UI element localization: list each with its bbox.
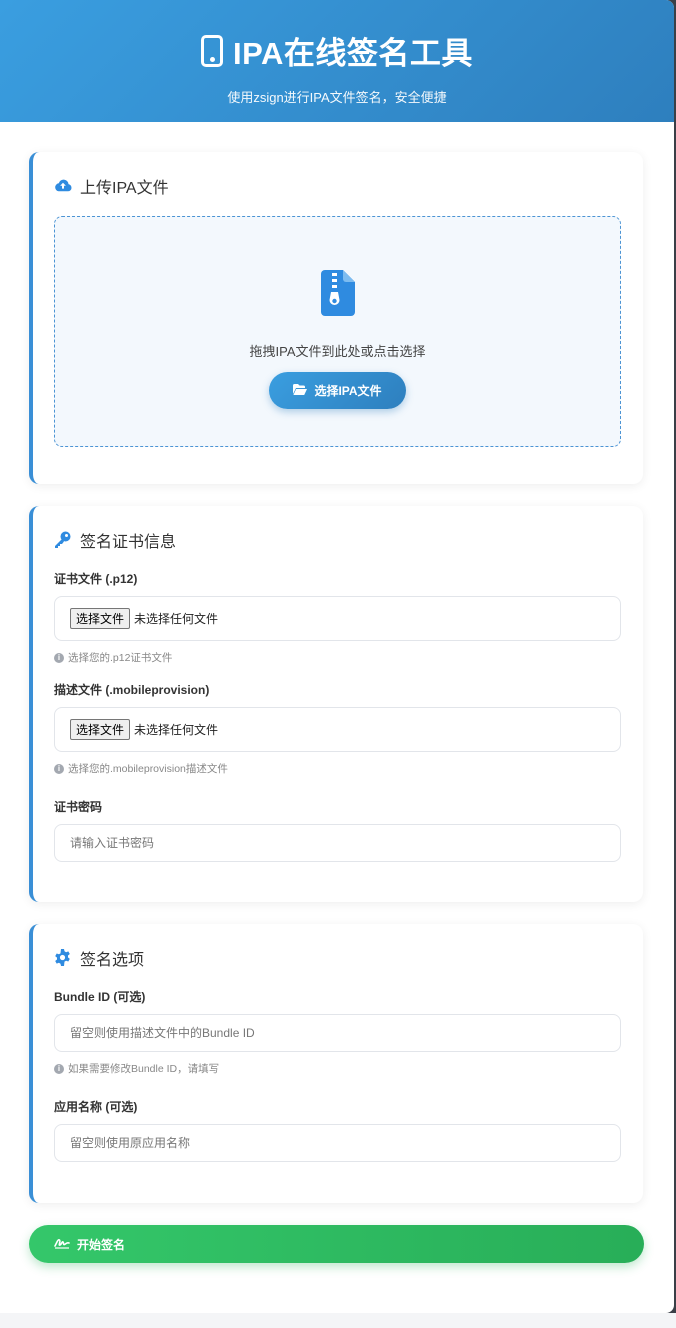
- page-title-text: IPA在线签名工具: [233, 36, 473, 71]
- bundle-id-input[interactable]: [54, 1014, 621, 1052]
- bundle-id-help: i 如果需要修改Bundle ID，请填写: [54, 1061, 621, 1076]
- dropzone-hint: 拖拽IPA文件到此处或点击选择: [249, 344, 426, 359]
- provision-help-text: 选择您的.mobileprovision描述文件: [68, 763, 228, 775]
- page-title: IPA在线签名工具: [0, 28, 674, 73]
- p12-choose-file-button[interactable]: 选择文件: [70, 608, 131, 629]
- folder-open-icon: [293, 383, 308, 398]
- mobile-phone-icon: [201, 34, 224, 67]
- provision-label: 描述文件 (.mobileprovision): [54, 683, 210, 697]
- key-icon: [54, 531, 72, 549]
- main-content: 上传IPA文件 拖拽IPA文件到此处或点击选择 选择IPA文件 签名证书信息 证…: [0, 122, 674, 1263]
- signature-icon: [54, 1237, 70, 1252]
- p12-file-input[interactable]: 选择文件 未选择任何文件: [54, 596, 621, 641]
- upload-card: 上传IPA文件 拖拽IPA文件到此处或点击选择 选择IPA文件: [29, 152, 643, 484]
- start-sign-button-label: 开始签名: [77, 1237, 126, 1252]
- start-sign-button[interactable]: 开始签名: [29, 1225, 644, 1263]
- bundle-id-help-text: 如果需要修改Bundle ID，请填写: [68, 1063, 220, 1075]
- provision-file-status: 未选择任何文件: [134, 723, 219, 737]
- provision-file-input[interactable]: 选择文件 未选择任何文件: [54, 707, 621, 752]
- password-input[interactable]: [54, 824, 621, 862]
- zip-file-icon: [320, 270, 355, 316]
- certificate-card: 签名证书信息 证书文件 (.p12) 选择文件 未选择任何文件 i 选择您的.p…: [29, 506, 643, 902]
- provision-choose-file-button[interactable]: 选择文件: [70, 719, 131, 740]
- gear-icon: [54, 949, 72, 967]
- cloud-upload-icon: [54, 177, 72, 195]
- page-subtitle: 使用zsign进行IPA文件签名，安全便捷: [227, 90, 447, 105]
- options-card-title-text: 签名选项: [80, 952, 145, 969]
- info-icon: i: [54, 1063, 64, 1074]
- password-label: 证书密码: [54, 800, 103, 814]
- info-icon: i: [54, 763, 64, 774]
- upload-card-title-text: 上传IPA文件: [80, 180, 169, 197]
- p12-file-status: 未选择任何文件: [134, 612, 219, 626]
- page-header: IPA在线签名工具 使用zsign进行IPA文件签名，安全便捷: [0, 0, 674, 122]
- bundle-id-label: Bundle ID (可选): [54, 990, 146, 1004]
- p12-help: i 选择您的.p12证书文件: [54, 650, 621, 665]
- app-window: IPA在线签名工具 使用zsign进行IPA文件签名，安全便捷 上传IPA文件: [0, 0, 674, 1313]
- provision-help: i 选择您的.mobileprovision描述文件: [54, 761, 621, 776]
- options-card-title: 签名选项: [54, 946, 621, 970]
- certificate-card-title-text: 签名证书信息: [80, 534, 177, 551]
- bottom-strip: [0, 1313, 676, 1328]
- info-icon: i: [54, 652, 64, 663]
- app-name-input[interactable]: [54, 1124, 621, 1162]
- p12-help-text: 选择您的.p12证书文件: [68, 652, 173, 664]
- app-name-label: 应用名称 (可选): [54, 1100, 138, 1114]
- options-card: 签名选项 Bundle ID (可选) i 如果需要修改Bundle ID，请填…: [29, 924, 643, 1203]
- upload-card-title: 上传IPA文件: [54, 174, 621, 198]
- select-ipa-button-label: 选择IPA文件: [314, 384, 382, 398]
- select-ipa-button[interactable]: 选择IPA文件: [269, 372, 406, 409]
- certificate-card-title: 签名证书信息: [54, 528, 621, 552]
- ipa-dropzone[interactable]: 拖拽IPA文件到此处或点击选择 选择IPA文件: [54, 216, 621, 447]
- p12-label: 证书文件 (.p12): [54, 572, 138, 586]
